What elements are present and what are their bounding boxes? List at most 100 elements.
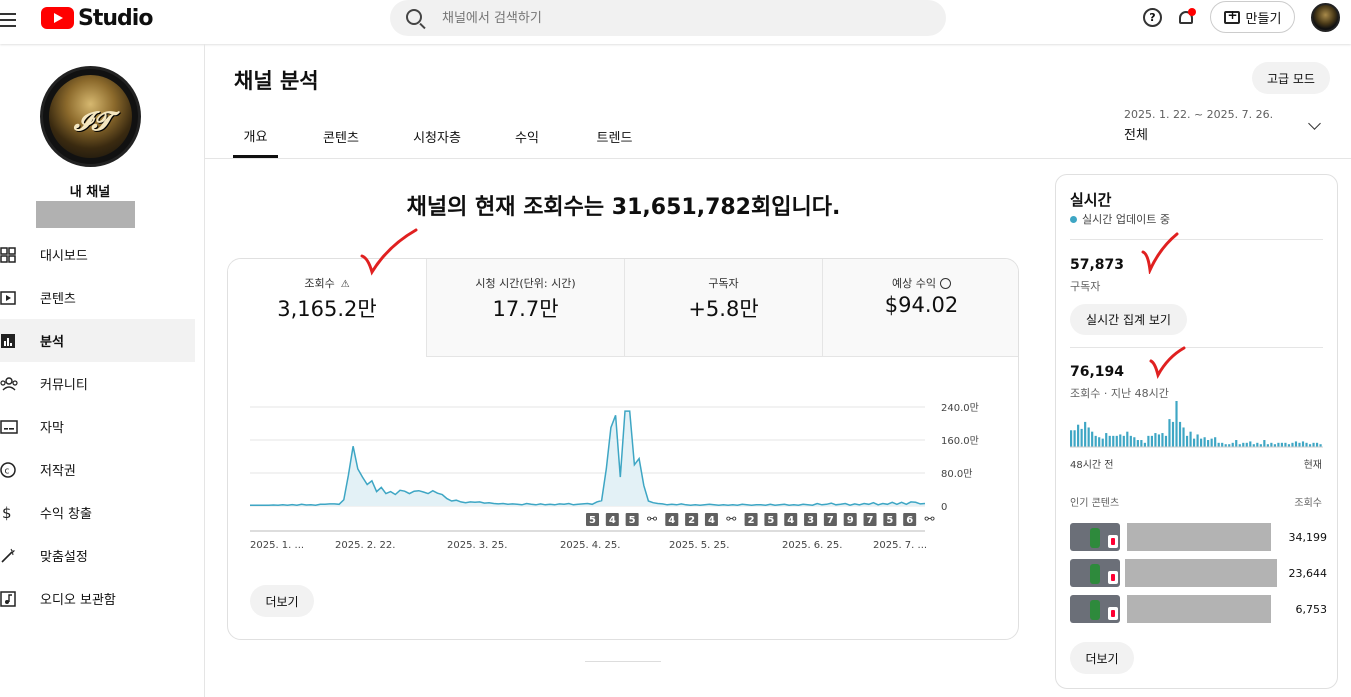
mini-chart-bar[interactable] xyxy=(1214,437,1217,447)
mini-chart-bar[interactable] xyxy=(1157,434,1161,447)
menu-icon[interactable] xyxy=(0,9,22,29)
mini-chart-bar[interactable] xyxy=(1231,442,1234,447)
mini-chart-bar[interactable] xyxy=(1154,433,1157,447)
mini-chart-bar[interactable] xyxy=(1270,442,1273,447)
search-icon[interactable] xyxy=(406,9,422,25)
views-chart[interactable]: 240.0만 160.0만 80.0만 0 5 4 5 ⚯ 4 2 4 ⚯ 2 5 4 3 7 9 7 5 6 ⚯ 2025… xyxy=(228,389,1019,549)
mini-chart-bar[interactable] xyxy=(1284,442,1287,447)
metric-tab-2[interactable]: 구독자 +5.8만 xyxy=(624,259,822,357)
channel-avatar[interactable]: 𝓘𝓣 xyxy=(40,66,141,167)
mini-chart-bar[interactable] xyxy=(1217,442,1220,447)
mini-chart-bar[interactable] xyxy=(1108,435,1111,447)
studio-logo[interactable]: Studio xyxy=(41,6,153,31)
sidebar-item-subtitles[interactable]: 자막 xyxy=(0,405,195,448)
mini-chart-bar[interactable] xyxy=(1235,440,1238,447)
metric-tab-3[interactable]: 예상 수익 $94.02 xyxy=(822,259,1018,357)
metric-tab-1[interactable]: 시청 시간(단위: 시간) 17.7만 xyxy=(426,259,624,357)
mini-chart-bar[interactable] xyxy=(1207,440,1210,447)
mini-chart-bar[interactable] xyxy=(1143,442,1146,447)
mini-chart-bar[interactable] xyxy=(1101,438,1104,447)
mini-chart-bar[interactable] xyxy=(1073,430,1076,447)
mini-chart-bar[interactable] xyxy=(1112,435,1115,447)
realtime-more-button[interactable]: 더보기 xyxy=(1070,642,1134,674)
mini-chart-bar[interactable] xyxy=(1077,424,1080,447)
tab-0[interactable]: 개요 xyxy=(233,115,278,158)
video-title-redacted[interactable] xyxy=(1125,559,1277,587)
mini-chart-bar[interactable] xyxy=(1126,431,1129,447)
mini-chart-bar[interactable] xyxy=(1168,419,1171,447)
date-range-text[interactable]: 2025. 1. 22. ~ 2025. 7. 26. xyxy=(1124,108,1273,121)
notifications-bell-icon[interactable] xyxy=(1178,8,1196,27)
sidebar-item-analytics[interactable]: 분석 xyxy=(0,319,195,362)
mini-chart-bar[interactable] xyxy=(1280,442,1284,447)
video-title-redacted[interactable] xyxy=(1127,523,1271,551)
mini-chart-bar[interactable] xyxy=(1105,433,1108,447)
mini-chart-bar[interactable] xyxy=(1094,435,1097,447)
mini-chart-bar[interactable] xyxy=(1080,428,1083,447)
date-range-value[interactable]: 전체 xyxy=(1124,124,1148,143)
sidebar-item-monetization[interactable]: $ 수익 창출 xyxy=(0,491,195,534)
mini-chart-bar[interactable] xyxy=(1249,441,1252,447)
mini-chart-bar[interactable] xyxy=(1178,421,1182,447)
mini-chart-bar[interactable] xyxy=(1087,427,1090,447)
sidebar-item-customization[interactable]: 맞춤설정 xyxy=(0,534,195,577)
chevron-down-icon[interactable] xyxy=(1308,117,1321,130)
mini-chart-bar[interactable] xyxy=(1175,401,1178,447)
mini-chart-bar[interactable] xyxy=(1129,435,1132,447)
mini-chart-bar[interactable] xyxy=(1084,421,1087,447)
mini-chart-bar[interactable] xyxy=(1115,435,1118,447)
mini-chart-bar[interactable] xyxy=(1263,440,1266,447)
mini-chart-bar[interactable] xyxy=(1298,442,1301,447)
search-input[interactable] xyxy=(442,6,922,30)
mini-chart-bar[interactable] xyxy=(1242,442,1245,447)
mini-chart-bar[interactable] xyxy=(1291,442,1294,447)
mini-chart-bar[interactable] xyxy=(1189,431,1192,447)
mini-chart-bar[interactable] xyxy=(1185,435,1189,447)
sidebar-item-dashboard[interactable]: 대시보드 xyxy=(0,233,195,276)
mini-chart-bar[interactable] xyxy=(1147,435,1150,447)
video-thumbnail[interactable] xyxy=(1070,559,1120,587)
mini-chart-bar[interactable] xyxy=(1315,442,1319,447)
sidebar-item-content[interactable]: 콘텐츠 xyxy=(0,276,195,319)
mini-chart-bar[interactable] xyxy=(1200,438,1203,447)
sidebar-item-copyright[interactable]: c 저작권 xyxy=(0,448,195,491)
mini-chart-bar[interactable] xyxy=(1136,440,1139,447)
tab-3[interactable]: 수익 xyxy=(492,115,562,158)
search-box[interactable] xyxy=(390,0,946,36)
mini-chart-bar[interactable] xyxy=(1256,442,1259,447)
mini-chart-bar[interactable] xyxy=(1171,421,1175,447)
create-button[interactable]: 만들기 xyxy=(1210,1,1295,33)
mini-chart-bar[interactable] xyxy=(1070,430,1073,447)
mini-chart-bar[interactable] xyxy=(1122,435,1125,447)
mini-chart-bar[interactable] xyxy=(1245,442,1248,447)
mini-chart-bar[interactable] xyxy=(1140,440,1143,447)
realtime-report-button[interactable]: 실시간 집계 보기 xyxy=(1070,304,1187,335)
mini-chart-bar[interactable] xyxy=(1301,441,1305,447)
top-content-row[interactable]: 34,199 xyxy=(1070,523,1330,551)
mini-chart-bar[interactable] xyxy=(1161,433,1164,447)
mini-chart-bar[interactable] xyxy=(1133,437,1136,447)
mini-chart-bar[interactable] xyxy=(1305,442,1308,447)
mini-chart-bar[interactable] xyxy=(1182,427,1185,447)
mini-chart-bar[interactable] xyxy=(1196,434,1199,447)
video-thumbnail[interactable] xyxy=(1070,595,1120,623)
mini-chart-bar[interactable] xyxy=(1277,442,1280,447)
mini-chart-bar[interactable] xyxy=(1192,438,1196,447)
tab-4[interactable]: 트렌드 xyxy=(562,115,667,158)
mini-chart-bar[interactable] xyxy=(1091,431,1094,447)
top-content-row[interactable]: 23,644 xyxy=(1070,559,1330,587)
mini-chart-bar[interactable] xyxy=(1150,435,1153,447)
top-content-row[interactable]: 6,753 xyxy=(1070,595,1330,623)
more-button[interactable]: 더보기 xyxy=(250,585,314,617)
advanced-mode-button[interactable]: 고급 모드 xyxy=(1252,62,1330,94)
mini-chart-bar[interactable] xyxy=(1221,442,1224,447)
mini-chart-bar[interactable] xyxy=(1210,438,1213,447)
mini-chart-bar[interactable] xyxy=(1312,442,1315,447)
mini-chart-bar[interactable] xyxy=(1164,435,1168,447)
mini-chart-bar[interactable] xyxy=(1203,437,1206,447)
video-title-redacted[interactable] xyxy=(1127,595,1271,623)
video-thumbnail[interactable] xyxy=(1070,523,1120,551)
realtime-mini-chart[interactable] xyxy=(1070,401,1323,449)
mini-chart-bar[interactable] xyxy=(1098,437,1101,447)
mini-chart-bar[interactable] xyxy=(1119,434,1122,447)
